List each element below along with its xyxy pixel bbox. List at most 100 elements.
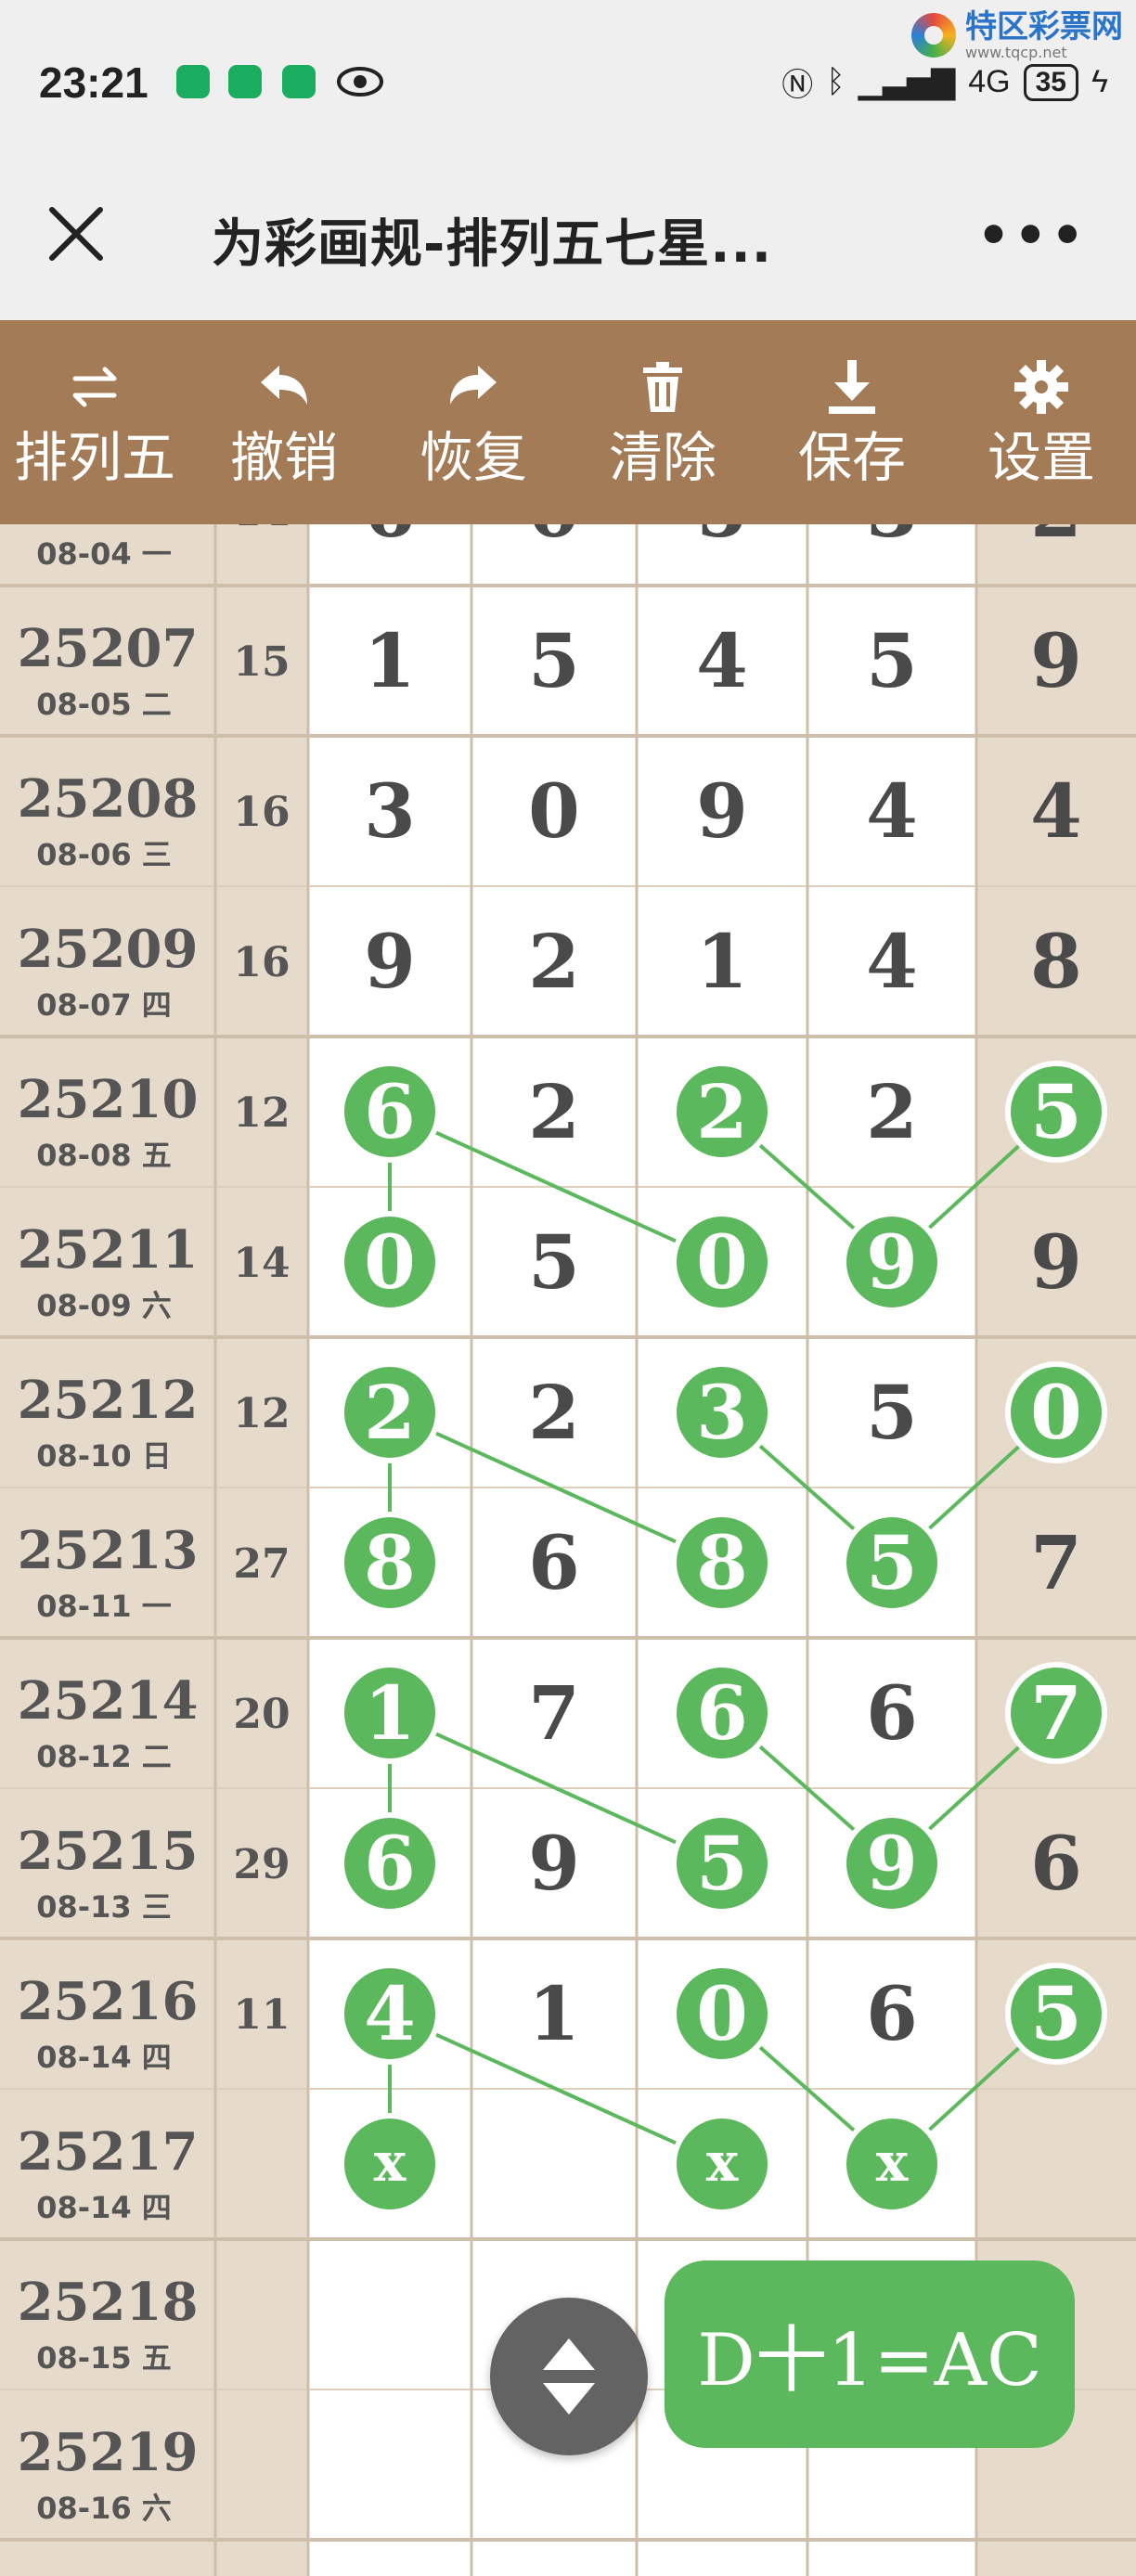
swap-icon	[64, 356, 125, 427]
digit-cell[interactable]: 9	[696, 767, 748, 855]
issue-number: 25213	[18, 1520, 199, 1581]
issue-date: 08-05 二	[36, 687, 172, 722]
digit-cell[interactable]: 2	[528, 1068, 580, 1155]
digit-cell[interactable]: 5	[696, 1820, 748, 1907]
digit-cell[interactable]: 7	[528, 1669, 580, 1757]
issue-date: 08-15 五	[36, 2340, 172, 2376]
issue-date: 08-12 二	[36, 1739, 172, 1774]
digit-cell[interactable]: 1	[528, 1970, 580, 2057]
issue-number: 25212	[18, 1370, 199, 1431]
digit-cell[interactable]: 2	[528, 1369, 580, 1456]
watermark-logo-icon	[911, 13, 956, 58]
signal-icon: ▁▃▅▇	[858, 64, 956, 100]
digit-cell[interactable]: 5	[866, 1369, 918, 1456]
sum-value: 12	[233, 1390, 290, 1437]
digit-cell[interactable]: 5	[866, 1519, 918, 1606]
close-icon[interactable]	[39, 197, 113, 271]
digit-cell[interactable]: 6	[364, 524, 416, 554]
issue-number: 25211	[18, 1219, 199, 1281]
sum-value: 14	[233, 1240, 290, 1287]
tool-pailiewu[interactable]: 排列五	[0, 320, 189, 524]
digit-cell[interactable]: 8	[696, 1519, 748, 1606]
digit-cell[interactable]: 9	[866, 1820, 918, 1907]
digit-cell[interactable]: 4	[866, 918, 918, 1005]
digit-cell[interactable]: 9	[528, 1820, 580, 1907]
issue-number: 25209	[18, 919, 199, 980]
digit-cell[interactable]: 0	[1030, 1369, 1082, 1456]
digit-cell[interactable]: x	[374, 2131, 407, 2194]
digit-cell[interactable]: 4	[866, 767, 918, 855]
battery-app-icon	[282, 65, 316, 98]
sim-icon	[228, 65, 262, 98]
digit-cell[interactable]: x	[876, 2131, 909, 2194]
digit-cell[interactable]: 1	[364, 617, 416, 704]
digit-cell[interactable]: 4	[364, 1970, 416, 2057]
digit-cell[interactable]: 5	[528, 617, 580, 704]
digit-cell[interactable]: 5	[528, 1218, 580, 1306]
scroll-toggle-button[interactable]	[490, 2298, 648, 2455]
digit-cell[interactable]: 3	[364, 767, 416, 855]
issue-date: 08-14 四	[36, 2190, 172, 2225]
digit-cell[interactable]: 2	[696, 1068, 748, 1155]
battery-indicator: 35	[1023, 63, 1078, 101]
digit-cell[interactable]: 4	[1030, 767, 1082, 855]
digit-cell[interactable]: 3	[696, 1369, 748, 1456]
digit-cell[interactable]: 1	[364, 1669, 416, 1757]
more-icon[interactable]: •••	[977, 206, 1088, 266]
digit-cell[interactable]: 9	[866, 1218, 918, 1306]
digit-cell[interactable]: 7	[1030, 1669, 1082, 1757]
sum-value: 29	[233, 1841, 290, 1888]
digit-cell[interactable]: 6	[696, 1669, 748, 1757]
tool-clear[interactable]: 清除	[568, 320, 757, 524]
issue-number: 25216	[18, 1971, 199, 2032]
digit-cell[interactable]: 8	[1030, 918, 1082, 1005]
digit-cell[interactable]: 6	[364, 1820, 416, 1907]
digit-cell[interactable]: 2	[1030, 524, 1082, 554]
digit-cell[interactable]: 5	[696, 524, 748, 554]
digit-cell[interactable]: 5	[866, 617, 918, 704]
tool-undo[interactable]: 撤销	[189, 320, 379, 524]
digit-cell[interactable]: 0	[528, 767, 580, 855]
page-title: 为彩画规-排列五七星...	[212, 214, 773, 275]
digit-cell[interactable]: 0	[696, 1218, 748, 1306]
sum-value: 11	[233, 1991, 290, 2039]
digit-cell[interactable]: 2	[364, 1369, 416, 1456]
tool-save[interactable]: 保存	[757, 320, 947, 524]
tool-label: 恢复	[419, 426, 527, 489]
digit-cell[interactable]: 6	[1030, 1820, 1082, 1907]
digit-cell[interactable]: 9	[364, 918, 416, 1005]
digit-cell[interactable]: 9	[1030, 617, 1082, 704]
issue-date: 08-10 日	[36, 1438, 172, 1474]
up-down-arrows-icon	[543, 2338, 595, 2415]
digit-cell[interactable]: 6	[866, 1669, 918, 1757]
digit-cell[interactable]: 2	[866, 1068, 918, 1155]
watermark-url: www.tqcp.net	[965, 44, 1067, 61]
tool-settings[interactable]: 设置	[947, 320, 1136, 524]
digit-cell[interactable]: 9	[1030, 1218, 1082, 1306]
digit-cell[interactable]: 5	[1030, 1970, 1082, 2057]
digit-cell[interactable]: x	[706, 2131, 739, 2194]
digit-cell[interactable]: 7	[1030, 1519, 1082, 1606]
issue-number: 25208	[18, 768, 199, 830]
tool-label: 排列五	[13, 426, 175, 489]
issue-number: 25218	[18, 2272, 199, 2333]
digit-cell[interactable]: 1	[696, 918, 748, 1005]
tool-label: 撤销	[229, 426, 338, 489]
digit-cell[interactable]: 0	[528, 524, 580, 554]
issue-date: 08-04 一	[36, 536, 172, 572]
digit-cell[interactable]: 0	[364, 1218, 416, 1306]
digit-cell[interactable]: 6	[364, 1068, 416, 1155]
issue-number: 25206	[18, 524, 199, 529]
digit-cell[interactable]: 4	[696, 617, 748, 704]
digit-cell[interactable]: 3	[866, 524, 918, 554]
digit-cell[interactable]: 6	[528, 1519, 580, 1606]
formula-button[interactable]: D十1=AC	[665, 2260, 1075, 2448]
tool-redo[interactable]: 恢复	[379, 320, 568, 524]
status-bar: 23:21 Ⓝ ᛒ ▁▃▅▇ 4G 35 ϟ 特区彩票网 www.tqcp.ne…	[0, 0, 1136, 139]
digit-cell[interactable]: 8	[364, 1519, 416, 1606]
digit-cell[interactable]: 0	[696, 1970, 748, 2057]
digit-cell[interactable]: 2	[528, 918, 580, 1005]
digit-cell[interactable]: 5	[1030, 1068, 1082, 1155]
issue-date: 08-09 六	[36, 1288, 172, 1323]
digit-cell[interactable]: 6	[866, 1970, 918, 2057]
